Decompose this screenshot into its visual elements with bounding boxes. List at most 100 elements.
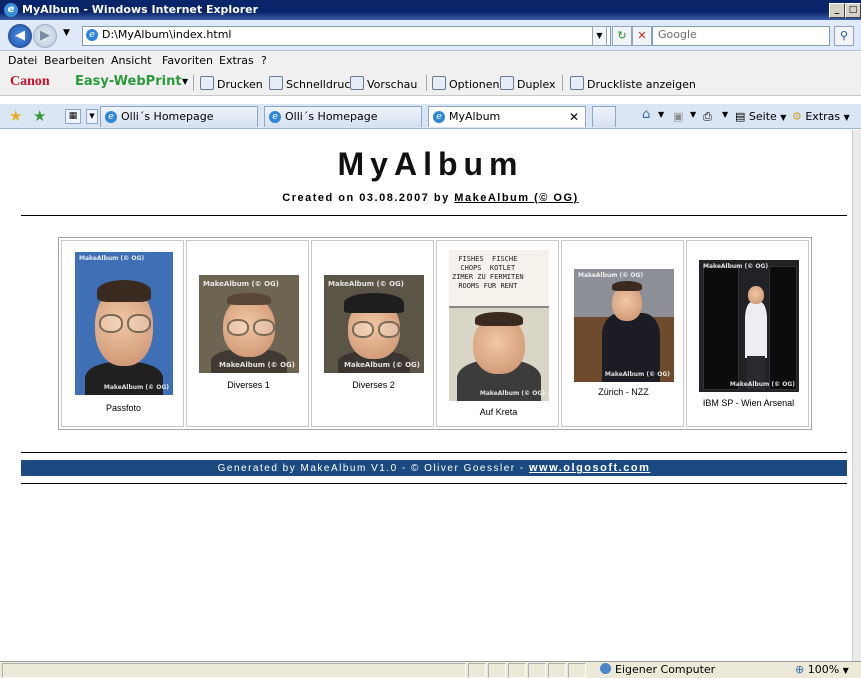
tab-list-dropdown-icon[interactable]: ▼ [86,109,98,124]
zoom-control[interactable]: ⊕ 100% ▼ [795,662,849,678]
history-dropdown-icon[interactable]: ▼ [63,28,70,38]
menu-extras[interactable]: Extras [219,54,254,67]
ie-logo-icon: e [4,3,18,17]
zoom-dropdown-icon: ▼ [842,666,849,675]
maximize-button[interactable]: □ [845,3,861,18]
menu-favoriten[interactable]: Favoriten [162,54,213,67]
photo-zuerich-nzz[interactable]: MakeAlbum (© OG) MakeAlbum (© OG) [574,269,674,382]
created-text: Created on 03.08.2007 by [282,192,455,204]
menu-bar: Datei Bearbeiten Ansicht Favoriten Extra… [0,51,861,71]
search-input[interactable]: Google [652,26,830,46]
photo-caption[interactable]: Auf Kreta [437,407,560,417]
status-pane [508,663,526,678]
photo-cell-auf-kreta[interactable]: FISHES FISCHE CHOPS KOTLET ZIMER ZU FERM… [436,240,559,427]
back-button[interactable]: ◀ [8,24,32,48]
quick-print-button[interactable]: Schnelldruck [269,76,357,91]
separator [562,75,563,91]
photo-cell-zuerich-nzz[interactable]: MakeAlbum (© OG) MakeAlbum (© OG) Zürich… [561,240,684,427]
photo-auf-kreta[interactable]: FISHES FISCHE CHOPS KOTLET ZIMER ZU FERM… [449,250,549,401]
photo-caption[interactable]: Diverses 1 [187,380,310,390]
print-button[interactable]: Drucken [200,76,263,91]
glasses-right [253,319,275,336]
tab-olli-homepage-1[interactable]: e Olli´s Homepage [100,106,258,127]
status-pane [488,663,506,678]
photo-cell-passfoto[interactable]: MakeAlbum (© OG) MakeAlbum (© OG) Passfo… [61,240,184,427]
menu-ansicht[interactable]: Ansicht [111,54,152,67]
magnifier-icon [350,76,364,90]
ie-page-icon: e [105,111,117,123]
person-hair [475,312,523,326]
olgosoft-link[interactable]: www.olgosoft.com [529,462,650,474]
print-label: Drucken [217,78,263,91]
status-pane [468,663,486,678]
glasses-right [127,314,151,333]
quick-tabs-icon[interactable]: ▦ [65,109,81,124]
minimize-button[interactable]: _ [829,3,845,18]
page-dropdown-icon: ▼ [780,113,787,122]
photo-caption[interactable]: IBM SP - Wien Arsenal [687,398,810,408]
add-favorites-icon[interactable]: ★ [33,107,46,125]
photo-diverses-2[interactable]: MakeAlbum (© OG) MakeAlbum (© OG) [324,275,424,373]
stop-icon[interactable]: ✕ [632,26,652,46]
duplex-button[interactable]: Duplex [500,76,556,91]
makealbum-link[interactable]: MakeAlbum (© OG) [454,192,578,204]
watermark: MakeAlbum (© OG) [219,361,295,369]
watermark: MakeAlbum (© OG) [103,384,169,391]
menu-datei[interactable]: Datei [8,54,37,67]
feeds-dropdown-icon[interactable]: ▼ [690,110,696,119]
search-icon[interactable]: ⚲ [834,26,854,46]
easy-webprint-menu[interactable]: Easy-WebPrint [75,74,182,89]
feeds-icon[interactable]: ▣ [673,110,683,123]
preview-button[interactable]: Vorschau [350,76,417,91]
print-icon[interactable]: ⎙ [703,110,712,124]
menu-help[interactable]: ? [261,54,267,67]
tab-myalbum[interactable]: e MyAlbum ✕ [428,106,586,127]
status-pane [548,663,566,678]
watermark: MakeAlbum (© OG) [479,390,545,397]
print-dropdown-icon[interactable]: ▼ [722,110,728,119]
easy-webprint-dropdown-icon[interactable]: ▼ [182,77,188,86]
footer-band: Generated by MakeAlbum V1.0 - © Oliver G… [21,460,847,476]
refresh-icon[interactable]: ↻ [612,26,632,46]
preview-label: Vorschau [367,78,418,91]
glasses-left [352,321,374,338]
divider [21,215,847,216]
person-hair [612,281,642,291]
options-button[interactable]: Optionen [432,76,499,91]
tab-olli-homepage-2[interactable]: e Olli´s Homepage [264,106,422,127]
new-tab-button[interactable] [592,106,616,127]
person-shirt [745,302,767,358]
forward-button[interactable]: ▶ [33,24,57,48]
divider [21,483,847,484]
list-icon [570,76,584,90]
photo-cell-diverses-2[interactable]: MakeAlbum (© OG) MakeAlbum (© OG) Divers… [311,240,434,427]
quick-printer-icon [269,76,283,90]
status-pane [568,663,586,678]
extras-menu[interactable]: ⚙ Extras ▼ [792,110,850,123]
print-list-button[interactable]: Druckliste anzeigen [570,76,696,91]
vertical-scrollbar[interactable] [852,130,861,661]
address-input[interactable]: e D:\MyAlbum\index.html [82,26,611,46]
photo-ibm-sp[interactable]: MakeAlbum (© OG) MakeAlbum (© OG) [699,260,799,392]
photo-cell-ibm-sp[interactable]: MakeAlbum (© OG) MakeAlbum (© OG) IBM SP… [686,240,809,427]
menu-bearbeiten[interactable]: Bearbeiten [44,54,104,67]
photo-cell-diverses-1[interactable]: MakeAlbum (© OG) MakeAlbum (© OG) Divers… [186,240,309,427]
security-zone[interactable]: Eigener Computer [600,662,715,677]
extras-menu-label: Extras [805,110,841,123]
home-dropdown-icon[interactable]: ▼ [658,110,664,119]
page-menu[interactable]: ▤ Seite ▼ [735,110,786,123]
photo-diverses-1[interactable]: MakeAlbum (© OG) MakeAlbum (© OG) [199,275,299,373]
tab-label: MyAlbum [449,110,501,123]
photo-caption[interactable]: Diverses 2 [312,380,435,390]
photo-caption[interactable]: Passfoto [62,403,185,413]
close-tab-icon[interactable]: ✕ [569,107,579,127]
photo-caption[interactable]: Zürich - NZZ [562,387,685,397]
status-bar: Eigener Computer ⊕ 100% ▼ [0,661,861,678]
watermark: MakeAlbum (© OG) [604,371,670,378]
ie-page-icon: e [433,111,445,123]
home-icon[interactable]: ⌂ [642,107,650,122]
photo-passfoto[interactable]: MakeAlbum (© OG) MakeAlbum (© OG) [75,252,173,395]
favorites-star-icon[interactable]: ★ [9,107,22,125]
address-dropdown-icon[interactable]: ▼ [592,26,607,46]
canon-toolbar: Canon Easy-WebPrint ▼ Drucken Schnelldru… [0,71,861,96]
